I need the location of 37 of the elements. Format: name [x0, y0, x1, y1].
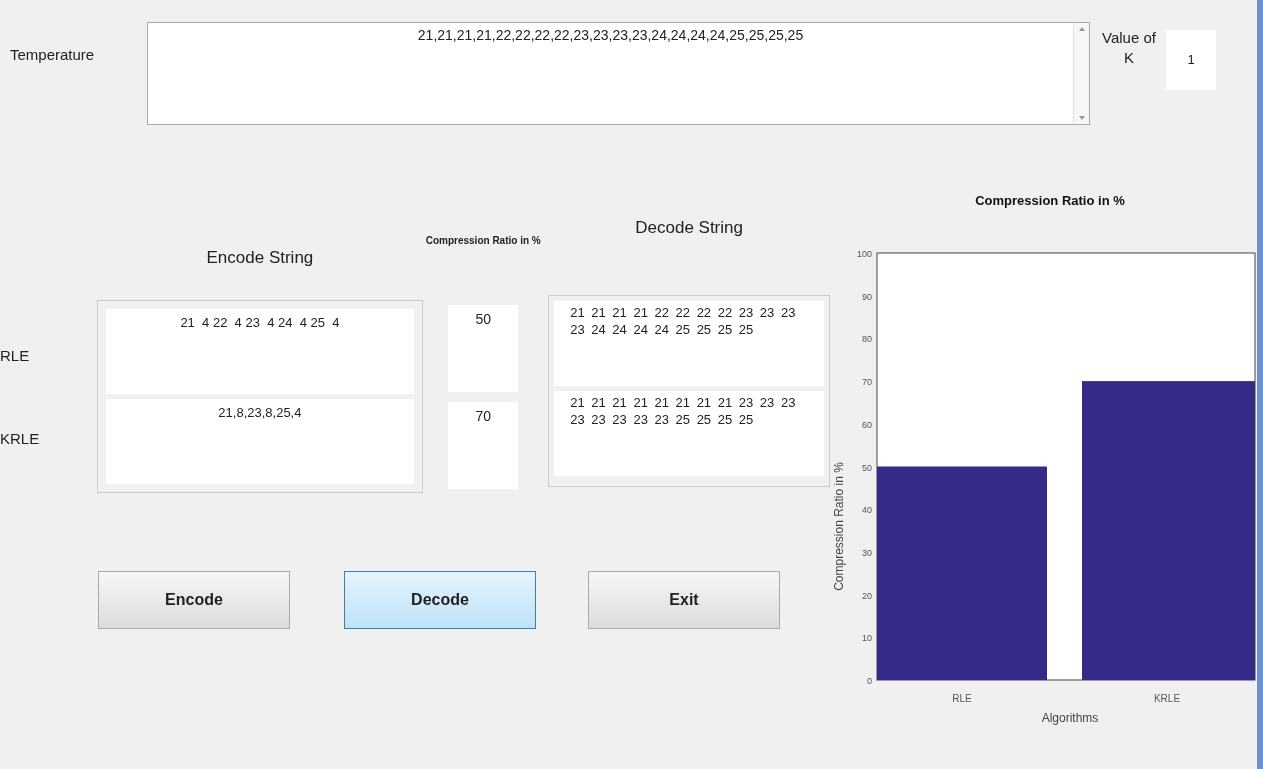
decoded-output: 21 21 21 21 21 21 21 21 23 23 23 23 23 23 23 23 25 25 25 25 — [554, 391, 824, 476]
y-tick-label: 40 — [862, 505, 872, 516]
ratio-output: 50 — [448, 305, 519, 392]
y-tick-label: 50 — [862, 462, 872, 473]
x-tick-label: KRLE — [1153, 693, 1181, 704]
ratio-output: 70 — [448, 402, 519, 489]
y-tick-label: 70 — [862, 377, 872, 388]
ratio-heading: Compression Ratio in % — [425, 234, 541, 248]
x-axis-label: Algorithms — [1041, 711, 1099, 725]
temperature-label: Temperature — [10, 45, 96, 65]
action-button[interactable]: Encode — [98, 571, 290, 629]
y-tick-label: 10 — [862, 633, 872, 644]
row-label: RLE — [0, 346, 31, 366]
action-button[interactable]: Decode — [344, 571, 536, 629]
y-tick-label: 20 — [862, 590, 872, 601]
chart-title: Compression Ratio in % — [975, 193, 1125, 208]
k-field[interactable]: 1 — [1166, 30, 1216, 90]
y-tick-label: 60 — [862, 419, 872, 430]
encoded-output: 21,8,23,8,25,4 — [105, 399, 415, 484]
decoded-output: 21 21 21 21 22 22 22 22 23 23 23 23 24 24 24 24 25 25 25 25 — [554, 301, 824, 386]
action-button[interactable]: Exit — [588, 571, 780, 629]
scrollbar[interactable] — [1073, 23, 1089, 124]
y-tick-label: 80 — [862, 334, 872, 345]
up-arrow-icon[interactable] — [1078, 27, 1085, 31]
y-tick-label: 0 — [867, 676, 872, 686]
y-tick-label: 90 — [862, 291, 872, 302]
row-label: KRLE — [0, 428, 41, 449]
temperature-field[interactable]: 21,21,21,21,22,22,22,22,23,23,23,23,24,24,24,24,25,25,25,25 — [147, 22, 1090, 125]
down-arrow-icon[interactable] — [1078, 116, 1085, 120]
x-tick-label: RLE — [952, 693, 972, 704]
y-tick-label: 30 — [862, 547, 872, 558]
decode-heading: Decode String — [635, 216, 743, 239]
k-label: Value of K — [1102, 28, 1156, 68]
y-tick-label: 100 — [856, 249, 872, 259]
encode-heading: Encode String — [206, 246, 314, 269]
y-axis-label: Compression Ratio in % — [832, 462, 846, 591]
encoded-output: 21 4 22 4 23 4 24 4 25 4 — [105, 309, 415, 394]
